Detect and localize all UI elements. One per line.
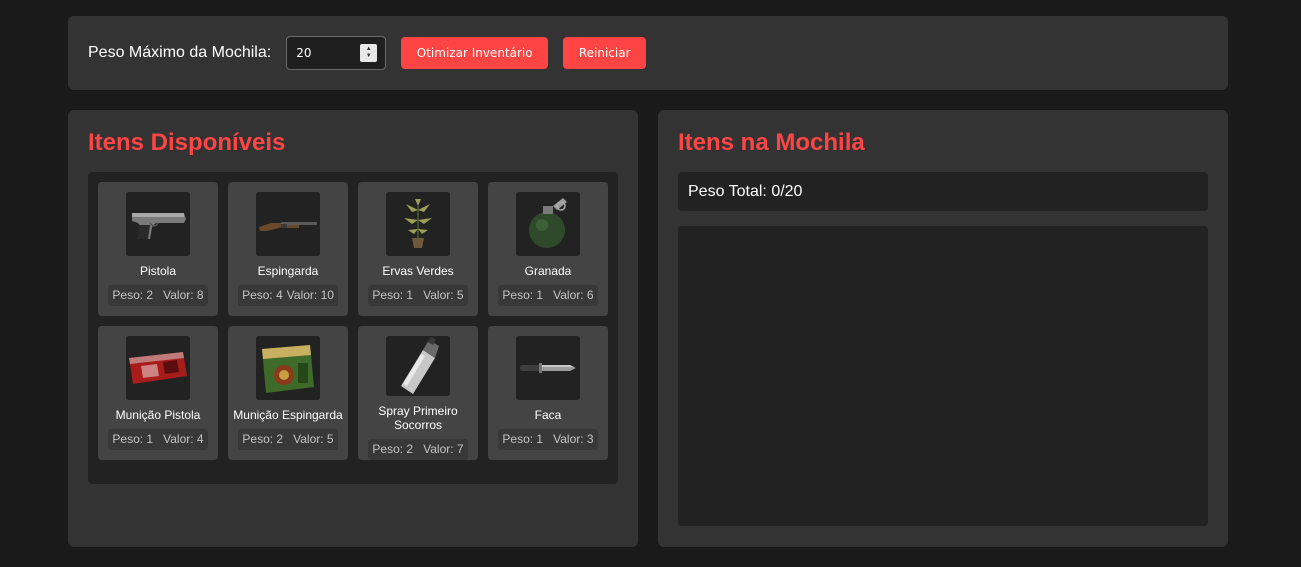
- item-weight: Peso: 2: [242, 432, 284, 446]
- optimize-inventory-button[interactable]: Otimizar Inventário: [401, 37, 549, 69]
- item-stats: Peso: 2 Valor: 8: [108, 285, 208, 306]
- item-value: Valor: 5: [293, 432, 334, 446]
- item-card-faca[interactable]: Faca Peso: 1 Valor: 3: [488, 326, 608, 460]
- pistol-icon: [126, 192, 190, 256]
- item-card-ervas-verdes[interactable]: Ervas Verdes Peso: 1 Valor: 5: [358, 182, 478, 316]
- item-name: Spray Primeiro Socorros: [378, 404, 458, 432]
- backpack-panel: Itens na Mochila Peso Total: 0/20: [658, 110, 1228, 547]
- item-card-pistola[interactable]: Pistola Peso: 2 Valor: 8: [98, 182, 218, 316]
- max-weight-value[interactable]: 20: [296, 46, 311, 60]
- item-weight: Peso: 2: [112, 288, 154, 302]
- controls-bar: Peso Máximo da Mochila: 20 ▲ ▼ Otimizar …: [68, 16, 1228, 90]
- item-stats: Peso: 1 Valor: 4: [108, 429, 208, 450]
- spin-up-icon[interactable]: ▲: [366, 46, 372, 53]
- handgun-ammo-icon: [126, 336, 190, 400]
- item-weight: Peso: 4: [242, 288, 283, 302]
- item-value: Valor: 4: [163, 432, 204, 446]
- item-stats: Peso: 1 Valor: 6: [498, 285, 598, 306]
- item-value: Valor: 5: [423, 288, 464, 302]
- item-weight: Peso: 2: [372, 442, 414, 456]
- item-value: Valor: 6: [553, 288, 594, 302]
- item-card-municao-espingarda[interactable]: Munição Espingarda Peso: 2 Valor: 5: [228, 326, 348, 460]
- item-weight: Peso: 1: [372, 288, 414, 302]
- grenade-icon: [516, 192, 580, 256]
- item-name: Granada: [524, 264, 572, 278]
- shotgun-ammo-icon: [256, 336, 320, 400]
- item-card-espingarda[interactable]: Espingarda Peso: 4 Valor: 10: [228, 182, 348, 316]
- item-card-spray-primeiro-socorros[interactable]: Spray Primeiro Socorros Peso: 2 Valor: 7: [358, 326, 478, 460]
- available-items-title: Itens Disponíveis: [88, 129, 286, 156]
- item-grid: Pistola Peso: 2 Valor: 8 Espingarda Peso…: [88, 172, 618, 484]
- first-aid-spray-icon: [386, 336, 450, 396]
- item-name: Ervas Verdes: [382, 264, 454, 278]
- item-name: Munição Pistola: [115, 408, 201, 422]
- item-stats: Peso: 1 Valor: 5: [368, 285, 468, 306]
- item-stats: Peso: 1 Valor: 3: [498, 429, 598, 450]
- item-weight: Peso: 1: [502, 288, 544, 302]
- shotgun-icon: [256, 192, 320, 256]
- max-weight-label: Peso Máximo da Mochila:: [88, 44, 272, 61]
- total-weight: Peso Total: 0/20: [678, 172, 1208, 211]
- item-value: Valor: 3: [553, 432, 594, 446]
- available-items-panel: Itens Disponíveis Pistola Peso: 2 Valor:…: [68, 110, 638, 547]
- item-weight: Peso: 1: [112, 432, 154, 446]
- item-name: Espingarda: [257, 264, 319, 278]
- item-card-granada[interactable]: Granada Peso: 1 Valor: 6: [488, 182, 608, 316]
- item-value: Valor: 10: [286, 288, 334, 302]
- spin-down-icon[interactable]: ▼: [366, 53, 372, 60]
- item-stats: Peso: 2 Valor: 7: [368, 439, 468, 460]
- item-value: Valor: 7: [423, 442, 464, 456]
- max-weight-input[interactable]: 20 ▲ ▼: [286, 36, 387, 70]
- item-weight: Peso: 1: [502, 432, 544, 446]
- item-stats: Peso: 4 Valor: 10: [238, 285, 338, 306]
- backpack-drop-area[interactable]: [678, 226, 1208, 526]
- number-spinner[interactable]: ▲ ▼: [360, 44, 378, 62]
- backpack-title: Itens na Mochila: [678, 129, 865, 156]
- item-card-municao-pistola[interactable]: Munição Pistola Peso: 1 Valor: 4: [98, 326, 218, 460]
- item-name: Pistola: [139, 264, 177, 278]
- green-herb-icon: [386, 192, 450, 256]
- reset-button[interactable]: Reiniciar: [563, 37, 647, 69]
- knife-icon: [516, 336, 580, 400]
- item-name: Munição Espingarda: [233, 408, 343, 422]
- item-stats: Peso: 2 Valor: 5: [238, 429, 338, 450]
- item-name: Faca: [534, 408, 562, 422]
- item-value: Valor: 8: [163, 288, 204, 302]
